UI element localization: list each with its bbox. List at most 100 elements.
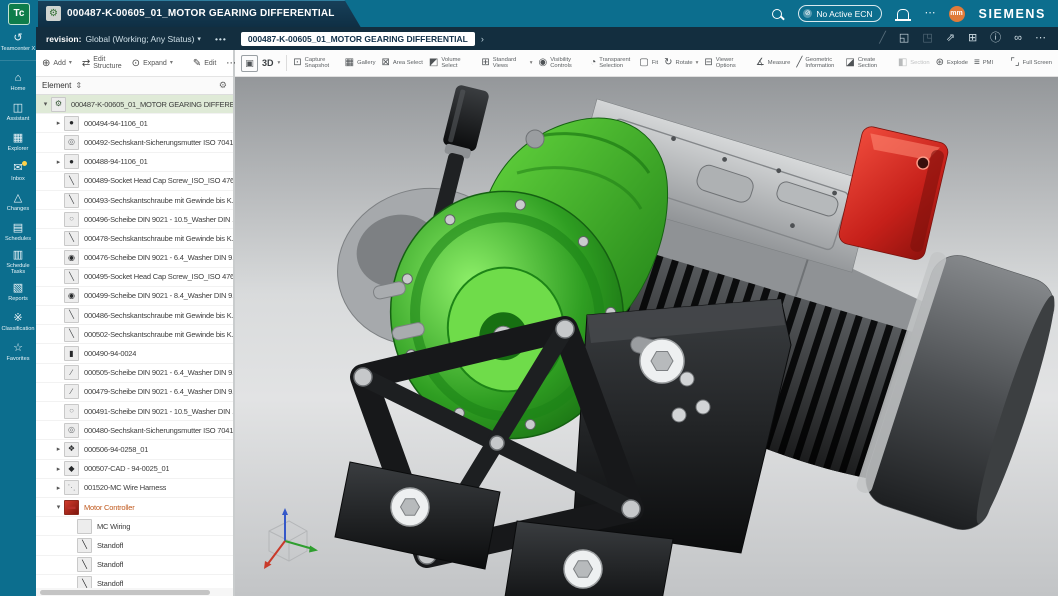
capture-snapshot-button[interactable]: ⊡Capture Snapshot: [293, 57, 338, 70]
tree-row[interactable]: ∕ 000505-Scheibe DIN 9021 - 6.4_Washer DI…: [36, 364, 233, 383]
tree-row[interactable]: ▸◆000507-CAD - 94-0025_01: [36, 460, 233, 479]
transparent-selection-button[interactable]: ◔Transparent Selection: [590, 57, 633, 70]
sidebar-item-changes[interactable]: △Changes: [0, 187, 36, 217]
sidebar-item-inbox[interactable]: ✉Inbox: [0, 157, 36, 187]
tree-item-label: 000505-Scheibe DIN 9021 - 6.4_Washer DIN…: [84, 368, 233, 377]
breadcrumb-chevron-icon[interactable]: ›: [481, 34, 484, 44]
add-button[interactable]: ⊕Add▾: [42, 60, 72, 67]
chevron-down-icon: ▾: [69, 60, 72, 67]
sidebar-item-reports[interactable]: ▧Reports: [0, 277, 36, 307]
ecn-status-pill[interactable]: ⊘ No Active ECN: [798, 5, 881, 22]
volume-select-button[interactable]: ◩Volume Select: [429, 57, 475, 70]
view-3d-button[interactable]: ▣3D▾: [241, 55, 280, 72]
tree-row[interactable]: ∕000479-Scheibe DIN 9021 - 6.4_Washer DI…: [36, 383, 233, 402]
tree-row[interactable]: ▸●000488-94-1106_01: [36, 153, 233, 172]
rotate-button[interactable]: ↻Rotate▾: [664, 58, 698, 68]
chevron-down-icon: ▾: [170, 60, 173, 67]
expand-caret-icon[interactable]: ▸: [53, 158, 64, 166]
notifications-bell-icon[interactable]: [897, 9, 909, 19]
pmi-button[interactable]: ≡PMI: [974, 58, 993, 68]
tree-row[interactable]: ╲Standoff: [36, 536, 233, 555]
revision-value[interactable]: Global (Working; Any Status): [85, 34, 194, 44]
expand-caret-icon[interactable]: ▸: [53, 465, 64, 473]
sidebar-item-label: Changes: [7, 206, 29, 212]
search-icon[interactable]: [772, 9, 782, 19]
tree-row[interactable]: ▸●000494-94-1106_01: [36, 114, 233, 133]
tree-row[interactable]: ▮000490-94-0024: [36, 344, 233, 363]
expand-button[interactable]: ⊙Expand▾: [132, 60, 173, 67]
tree-row[interactable]: ╲Standoff: [36, 575, 233, 588]
area-select-button[interactable]: ⊠Area Select: [382, 58, 423, 68]
tree-row[interactable]: MC Wiring: [36, 517, 233, 536]
geometric-information-button[interactable]: ╱Geometric Information: [796, 57, 839, 70]
user-avatar[interactable]: mm: [949, 6, 965, 22]
sidebar-item-assistant[interactable]: ◫Assistant: [0, 97, 36, 127]
more-icon[interactable]: ⋯: [1035, 33, 1046, 44]
tree-row[interactable]: ╲000478-Sechskantschraube mit Gewinde bi…: [36, 229, 233, 248]
tree-row[interactable]: ╲000489-Socket Head Cap Screw_ISO_ISO 47…: [36, 172, 233, 191]
cad-model-render: [235, 77, 1058, 596]
tree-row[interactable]: ╲Standoff: [36, 556, 233, 575]
topbar-more-icon[interactable]: ⋯: [925, 8, 936, 19]
revision-caret-icon[interactable]: ▾: [197, 35, 201, 43]
viewer-options-button[interactable]: ⊟Viewer Options: [704, 57, 749, 70]
visibility-controls-button[interactable]: ◉Visibility Controls: [538, 57, 584, 70]
tree-row[interactable]: ◎000480-Sechskant-Sicherungsmutter ISO 7…: [36, 421, 233, 440]
tree-row[interactable]: ▸❖000506-94-0258_01: [36, 440, 233, 459]
tree-row[interactable]: ╲000493-Sechskantschraube mit Gewinde bi…: [36, 191, 233, 210]
full-screen-button[interactable]: ⌜⌟Full Screen: [1010, 58, 1052, 68]
gallery-button[interactable]: ▦Gallery: [345, 58, 376, 68]
reports-icon: ▧: [13, 283, 23, 294]
sort-icon[interactable]: ⇕: [75, 81, 82, 90]
viewport-3d[interactable]: [235, 77, 1058, 596]
create-section-button[interactable]: ◪Create Section: [845, 57, 891, 70]
measure-button[interactable]: ∡Measure: [756, 58, 791, 68]
teamcenter-logo[interactable]: Tc: [8, 3, 30, 25]
tree-row[interactable]: ○000496-Scheibe DIN 9021 - 10.5_Washer D…: [36, 210, 233, 229]
siemens-wordmark: SIEMENS: [979, 7, 1046, 21]
expand-caret-icon[interactable]: ▸: [53, 445, 64, 453]
sidebar-item-favorites[interactable]: ☆Favorites: [0, 337, 36, 367]
tree-horizontal-scrollbar[interactable]: [36, 588, 233, 596]
tree-row[interactable]: ▾▬Motor Controller: [36, 498, 233, 517]
standard-views-button[interactable]: ⊞Standard Views▾: [481, 57, 532, 70]
share-icon[interactable]: ∞: [1014, 33, 1022, 44]
info-icon[interactable]: ⓘ: [990, 33, 1001, 44]
revision-more-icon[interactable]: •••: [215, 34, 227, 44]
tree-row[interactable]: ◉000499-Scheibe DIN 9021 - 8.4_Washer DI…: [36, 287, 233, 306]
element-column-label: Element: [42, 81, 71, 90]
fit-button[interactable]: ▢Fit: [639, 58, 658, 68]
expand-caret-icon[interactable]: ▸: [53, 484, 64, 492]
breadcrumb[interactable]: 000487-K-00605_01_MOTOR GEARING DIFFEREN…: [241, 32, 475, 46]
tree-row[interactable]: ╲000486-Sechskantschraube mit Gewinde bi…: [36, 306, 233, 325]
tree-row[interactable]: ▸⋱001520-MC Wire Harness: [36, 479, 233, 498]
tree-row[interactable]: ▾⚙000487-K-00605_01_MOTOR GEARING DIFFER…: [36, 95, 233, 114]
tree-row[interactable]: ╲000502-Sechskantschraube mit Gewinde bi…: [36, 325, 233, 344]
tree-row[interactable]: ╲000495-Socket Head Cap Screw_ISO_ISO 47…: [36, 268, 233, 287]
sidebar-item-home[interactable]: ⌂Home: [0, 67, 36, 97]
column-settings-gear-icon[interactable]: ⚙: [219, 80, 227, 91]
explode-button[interactable]: ⊛Explode: [936, 58, 968, 68]
section-label: Section: [910, 60, 929, 66]
document-tab[interactable]: ⚙ 000487-K-00605_01_MOTOR GEARING DIFFER…: [38, 0, 361, 27]
layout-icon[interactable]: ⊞: [968, 33, 977, 44]
expand-caret-icon[interactable]: ▸: [53, 119, 64, 127]
copy-icon[interactable]: ◱: [899, 33, 909, 44]
edit-button[interactable]: ✎Edit: [193, 60, 216, 67]
sidebar-item-classification[interactable]: ※Classification: [0, 307, 36, 337]
tree-row[interactable]: ○000491-Scheibe DIN 9021 - 10.5_Washer D…: [36, 402, 233, 421]
open-in-icon[interactable]: ⇗: [946, 33, 955, 44]
expand-caret-icon[interactable]: ▾: [53, 503, 64, 511]
schedules-icon: ▤: [13, 223, 23, 234]
expand-caret-icon[interactable]: ▾: [40, 100, 51, 108]
chevron-down-icon: ▾: [696, 60, 699, 66]
sidebar-item-explorer[interactable]: ▦Explorer: [0, 127, 36, 157]
tree-row[interactable]: ◎000492-Sechskant-Sicherungsmutter ISO 7…: [36, 133, 233, 152]
sidebar-item-schedules[interactable]: ▤Schedules: [0, 217, 36, 247]
sidebar-item-schedule-tasks[interactable]: ▥Schedule Tasks: [0, 247, 36, 277]
washer-slash-icon: ∕: [64, 365, 79, 380]
tree-row[interactable]: ◉000476-Scheibe DIN 9021 - 6.4_Washer DI…: [36, 249, 233, 268]
edit-structure-button[interactable]: ⇄Edit Structure: [82, 56, 122, 70]
nav-teamcenter-x[interactable]: ↺ Teamcenter X: [0, 27, 36, 61]
cylinder-icon: ▮: [64, 346, 79, 361]
